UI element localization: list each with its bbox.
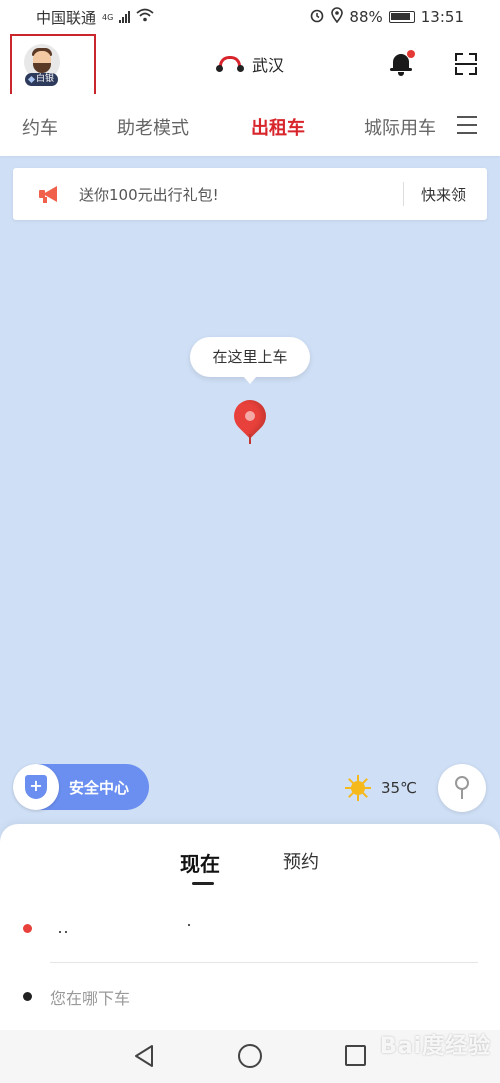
tab-now[interactable]: 现在 (180, 848, 220, 877)
destination-dot (23, 992, 32, 1001)
scan-icon[interactable] (455, 53, 477, 75)
tab-taxi[interactable]: 出租车 (251, 114, 305, 140)
pickup-dot (23, 924, 32, 933)
battery-percent: 88% (349, 8, 383, 26)
menu-icon[interactable] (457, 116, 477, 134)
pickup-location-field[interactable] (50, 914, 476, 944)
weather-widget: 35℃ (345, 775, 417, 801)
field-divider (50, 962, 478, 963)
active-tab-indicator (192, 882, 214, 885)
safety-center-label: 安全中心 (69, 779, 130, 797)
status-bar: 中国联通 4G 88% 13:51 (0, 0, 500, 34)
city-selector[interactable]: 武汉 (216, 52, 284, 76)
recent-apps-icon[interactable] (345, 1045, 366, 1066)
claim-link[interactable]: 快来领 (421, 184, 466, 205)
unread-dot (407, 50, 415, 58)
pickup-hint-bubble: 在这里上车 (190, 337, 310, 384)
safety-center-button[interactable]: + 安全中心 (13, 764, 149, 810)
location-status-icon (331, 7, 344, 27)
promo-text: 送你100元出行礼包! (79, 186, 219, 204)
back-icon[interactable] (133, 1044, 155, 1068)
promo-banner[interactable]: 送你100元出行礼包! 快来领 (13, 168, 487, 220)
tab-ride-hailing[interactable]: 约车 (22, 114, 58, 140)
carrier-label: 中国联通 (36, 8, 97, 27)
temperature: 35℃ (381, 779, 417, 797)
wifi-icon (136, 8, 154, 26)
car-icon (216, 56, 244, 72)
locate-icon (453, 776, 471, 800)
megaphone-icon (39, 185, 61, 203)
status-right: 88% 13:51 (309, 7, 464, 27)
banner-divider (403, 182, 404, 206)
tab-intercity[interactable]: 城际用车 (364, 114, 436, 140)
member-level-badge: 白银 (25, 73, 59, 86)
member-level-label: 白银 (36, 74, 55, 84)
signal-icon (119, 11, 131, 23)
map-pin-icon[interactable] (227, 393, 273, 446)
home-icon[interactable] (238, 1044, 262, 1068)
city-name: 武汉 (252, 56, 285, 75)
clock: 13:51 (420, 8, 464, 26)
notification-bell-icon[interactable] (390, 50, 415, 76)
alarm-icon (309, 7, 325, 27)
network-type: 4G (102, 12, 114, 22)
sun-icon (345, 775, 371, 801)
diamond-icon (27, 75, 36, 84)
safety-circle: + (13, 764, 59, 810)
destination-input[interactable]: 您在哪下车 (50, 985, 130, 1009)
service-tabs: 约车 助老模式 出租车 城际用车 (0, 94, 500, 156)
tab-elderly-mode[interactable]: 助老模式 (117, 114, 189, 140)
booking-sheet: 现在 预约 您在哪下车 (0, 824, 500, 1034)
status-left: 中国联通 4G (36, 7, 154, 28)
watermark: Bai度经验 (380, 1034, 492, 1059)
locate-button[interactable] (438, 764, 486, 812)
battery-icon (388, 11, 415, 23)
app-header: 白银 武汉 (0, 34, 500, 118)
tab-reserve[interactable]: 预约 (283, 848, 319, 874)
shield-plus-icon: + (25, 775, 47, 799)
